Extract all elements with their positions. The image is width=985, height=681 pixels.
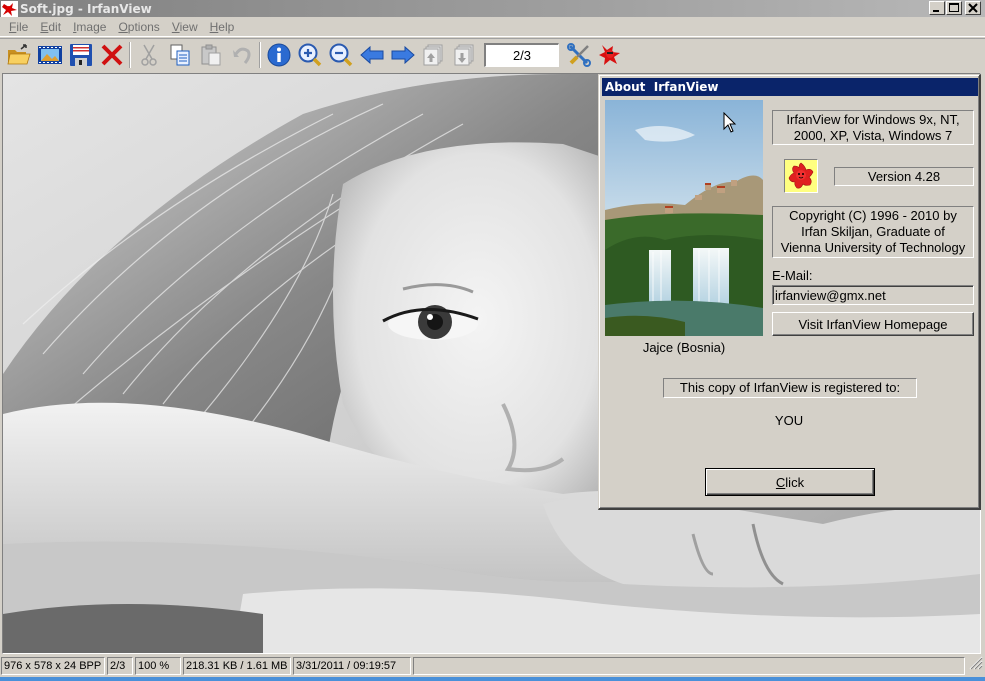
click-button-rest: lick	[785, 474, 805, 490]
open-folder-icon	[7, 44, 31, 65]
window-title: Soft.jpg - IrfanView	[20, 1, 152, 16]
copy-button[interactable]	[164, 40, 195, 70]
page-indicator-field[interactable]: 2/3	[484, 43, 559, 67]
previous-image-button[interactable]	[356, 40, 387, 70]
status-dimensions: 976 x 578 x 24 BPP	[1, 657, 105, 675]
email-label: E-Mail:	[772, 268, 813, 283]
platforms-info: IrfanView for Windows 9x, NT, 2000, XP, …	[772, 110, 974, 145]
close-button[interactable]	[965, 1, 981, 15]
zoom-out-icon	[329, 43, 352, 67]
registered-user: YOU	[774, 413, 804, 428]
zoom-in-button[interactable]	[294, 40, 325, 70]
save-button[interactable]	[65, 40, 96, 70]
open-button[interactable]	[3, 40, 34, 70]
resize-grip-icon[interactable]	[969, 656, 983, 670]
click-button-label: Click	[776, 475, 804, 490]
menu-help-accel: H	[209, 19, 219, 34]
irfanview-logo-icon	[784, 159, 818, 193]
toolbar: 2/3	[0, 38, 985, 71]
close-icon	[968, 3, 978, 13]
paste-button[interactable]	[195, 40, 226, 70]
menu-file[interactable]: File	[3, 20, 34, 34]
irfanview-logo-icon	[598, 45, 620, 65]
photo-caption: Jajce (Bosnia)	[642, 340, 726, 355]
copyright-line-2: Irfan Skiljan, Graduate of	[801, 224, 945, 239]
menu-view-accel: V	[171, 19, 180, 34]
undo-icon	[232, 47, 250, 64]
image-info-button[interactable]	[263, 40, 294, 70]
minimize-button[interactable]	[929, 1, 945, 15]
copyright-line-1: Copyright (C) 1996 - 2010 by	[789, 208, 957, 223]
status-page: 2/3	[107, 657, 133, 675]
status-file-size: 218.31 KB / 1.61 MB	[183, 657, 291, 675]
platforms-line-1: IrfanView for Windows 9x, NT,	[786, 111, 960, 127]
menu-options-label: ptions	[127, 19, 160, 34]
menu-help[interactable]: Help	[204, 20, 241, 34]
about-dialog: About IrfanView Jajce (Bosnia) IrfanView…	[598, 74, 981, 510]
window-title-bar[interactable]: Soft.jpg - IrfanView	[0, 0, 985, 17]
click-button-accel: C	[775, 474, 786, 490]
visit-homepage-button[interactable]: Visit IrfanView Homepage	[772, 312, 974, 336]
status-extra	[413, 657, 965, 675]
menu-file-label: ile	[16, 19, 29, 34]
menu-bar: File Edit Image Options View Help	[0, 17, 985, 37]
last-page-icon	[454, 44, 473, 66]
zoom-in-icon	[298, 43, 321, 67]
email-field[interactable]: irfanview@gmx.net	[772, 285, 974, 305]
status-bar: 976 x 578 x 24 BPP 2/3 100 % 218.31 KB /…	[0, 656, 985, 676]
save-icon	[69, 44, 92, 66]
maximize-icon	[949, 3, 959, 12]
click-button[interactable]: Click	[705, 468, 875, 496]
undo-button[interactable]	[226, 40, 257, 70]
first-page-button[interactable]	[418, 40, 449, 70]
menu-view[interactable]: View	[166, 20, 204, 34]
menu-image-label: mage	[76, 19, 107, 34]
taskbar-edge	[0, 677, 985, 681]
platforms-line-2: 2000, XP, Vista, Windows 7	[793, 127, 953, 143]
jajce-photo	[605, 100, 763, 336]
version-label: Version 4.28	[834, 167, 974, 186]
delete-button[interactable]	[96, 40, 127, 70]
copy-icon	[170, 44, 189, 66]
toolbar-separator	[129, 42, 131, 68]
minimize-icon	[933, 10, 939, 12]
next-arrow-icon	[391, 46, 415, 64]
cut-icon	[140, 44, 157, 66]
registered-to-label: This copy of IrfanView is registered to:	[663, 378, 917, 398]
copyright-info: Copyright (C) 1996 - 2010 by Irfan Skilj…	[772, 206, 974, 258]
maximize-button[interactable]	[946, 1, 962, 15]
status-zoom: 100 %	[135, 657, 181, 675]
irfanview-logo-button[interactable]	[594, 40, 625, 70]
menu-edit-label: dit	[48, 19, 62, 34]
paste-icon	[201, 44, 220, 66]
zoom-out-button[interactable]	[325, 40, 356, 70]
previous-arrow-icon	[359, 46, 383, 64]
about-dialog-title: About IrfanView	[605, 80, 719, 94]
copyright-line-3: Vienna University of Technology	[780, 240, 966, 255]
menu-image[interactable]: Image	[67, 20, 112, 34]
mouse-cursor-icon	[723, 112, 737, 133]
menu-edit[interactable]: Edit	[34, 20, 67, 34]
cut-button[interactable]	[133, 40, 164, 70]
delete-icon	[101, 44, 122, 66]
status-datetime: 3/31/2011 / 09:19:57	[293, 657, 411, 675]
menu-options-accel: O	[118, 19, 128, 34]
menu-view-label: iew	[179, 19, 198, 34]
irfanview-app-icon	[1, 0, 18, 17]
settings-button[interactable]	[563, 40, 594, 70]
toolbar-separator	[259, 42, 261, 68]
settings-tools-icon	[566, 43, 591, 67]
slideshow-button[interactable]	[34, 40, 65, 70]
next-image-button[interactable]	[387, 40, 418, 70]
menu-help-label: elp	[218, 19, 235, 34]
menu-options[interactable]: Options	[112, 20, 165, 34]
slideshow-icon	[37, 46, 62, 64]
info-icon	[267, 43, 290, 67]
first-page-icon	[423, 44, 442, 66]
last-page-button[interactable]	[449, 40, 480, 70]
about-dialog-title-bar[interactable]: About IrfanView	[602, 78, 978, 96]
